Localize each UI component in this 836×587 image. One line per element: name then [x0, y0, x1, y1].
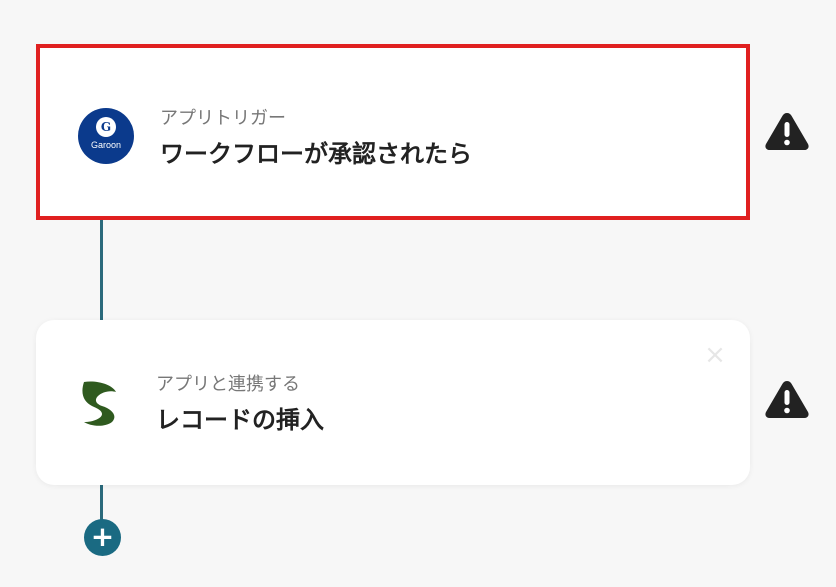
trigger-step-card[interactable]: G Garoon アプリトリガー ワークフローが承認されたら	[36, 44, 750, 220]
action-warning-icon[interactable]	[764, 379, 810, 419]
add-step-button[interactable]: +	[84, 519, 121, 556]
close-icon[interactable]: ×	[702, 342, 728, 368]
kintone-logo	[82, 381, 116, 426]
action-step-card[interactable]: アプリと連携する レコードの挿入 ×	[36, 320, 750, 485]
garoon-logo-letter: G	[96, 117, 116, 137]
flow-connector-bottom	[100, 485, 103, 521]
trigger-title: ワークフローが承認されたら	[160, 140, 472, 168]
garoon-logo: G Garoon	[78, 108, 134, 164]
flow-connector-top	[100, 220, 103, 320]
garoon-app-icon: G Garoon	[78, 108, 134, 164]
garoon-logo-text: Garoon	[90, 140, 122, 150]
trigger-warning-icon[interactable]	[764, 111, 810, 151]
action-subtitle: アプリと連携する	[156, 374, 300, 395]
trigger-subtitle: アプリトリガー	[160, 108, 286, 129]
kintone-app-icon	[74, 374, 130, 430]
action-title: レコードの挿入	[156, 406, 324, 434]
